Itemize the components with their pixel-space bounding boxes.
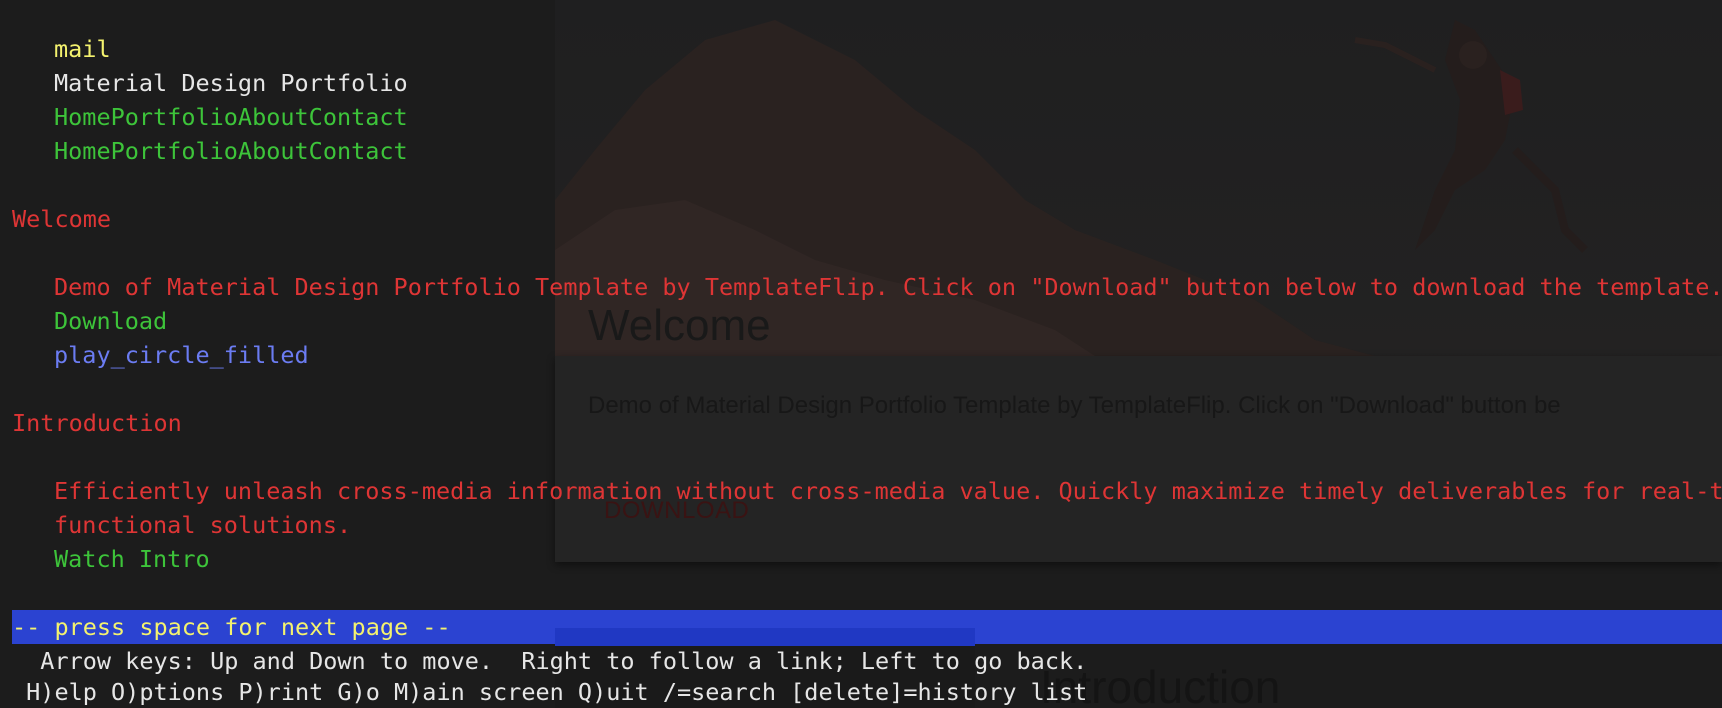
welcome-text: Demo of Material Design Portfolio Templa… [54,273,1722,301]
download-link[interactable]: Download [54,304,167,338]
introduction-text: Efficiently unleash cross-media informat… [54,477,1722,505]
introduction-heading: Introduction [12,409,182,437]
browser-viewport: Welcome Demo of Material Design Portfoli… [0,0,1722,708]
help-line-commands: H)elp O)ptions P)rint G)o M)ain screen Q… [12,678,1088,706]
site-title: Material Design Portfolio [54,69,408,97]
introduction-text-continued: functional solutions. [54,511,352,539]
watch-intro-link[interactable]: Watch Intro [54,542,210,576]
selection-highlight [555,628,975,646]
welcome-heading: Welcome [12,205,112,233]
next-page-prompt[interactable]: -- press space for next page -- [12,610,451,644]
help-line-navigation: Arrow keys: Up and Down to move. Right t… [12,647,1088,675]
mail-link[interactable]: mail [54,32,111,66]
play-circle-link[interactable]: play_circle_filled [54,338,309,372]
nav-links-secondary[interactable]: HomePortfolioAboutContact [54,134,408,168]
nav-links-primary[interactable]: HomePortfolioAboutContact [54,100,408,134]
terminal-output: mail Material Design Portfolio HomePortf… [0,0,1722,708]
